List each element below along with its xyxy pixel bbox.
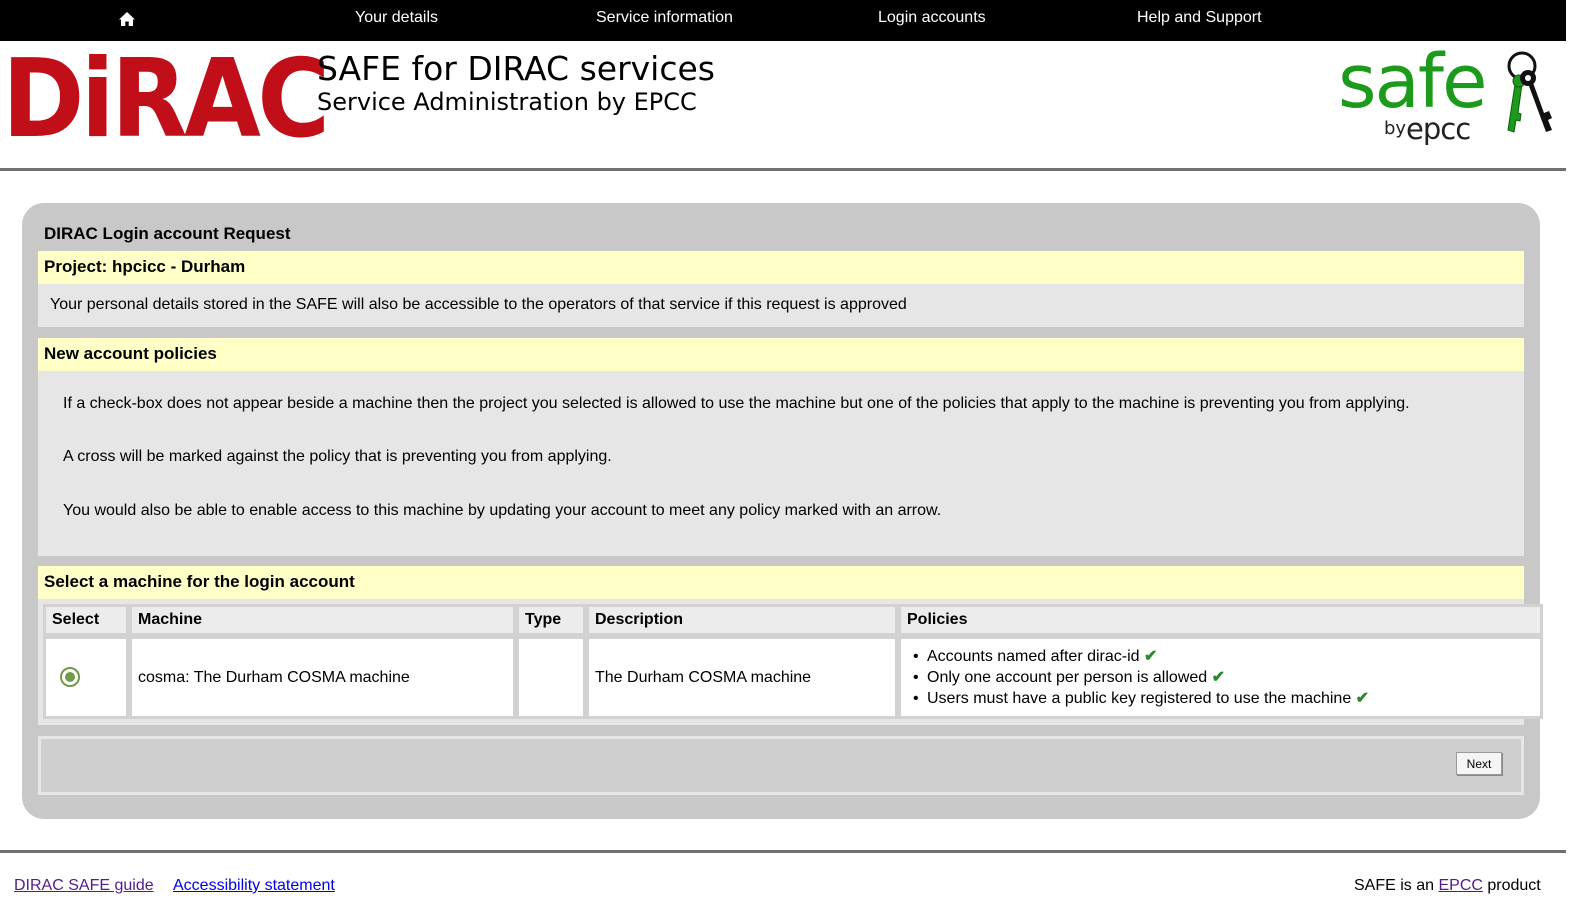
column-header-machine: Machine bbox=[129, 604, 516, 636]
policy-text: Only one account per person is allowed bbox=[927, 669, 1208, 686]
nav-your-details[interactable]: Your details bbox=[355, 9, 438, 27]
table-header-row: Select Machine Type Description Policies bbox=[43, 604, 1543, 636]
accessibility-statement-link[interactable]: Accessibility statement bbox=[173, 877, 335, 895]
site-title: SAFE for DIRAC services bbox=[317, 49, 715, 88]
nav-service-information[interactable]: Service information bbox=[596, 9, 733, 27]
top-navigation-bar: Your details Service information Login a… bbox=[0, 0, 1566, 41]
policy-item: Users must have a public key registered … bbox=[913, 688, 1534, 709]
nav-login-accounts[interactable]: Login accounts bbox=[878, 9, 986, 27]
select-cell bbox=[43, 636, 129, 719]
column-header-description: Description bbox=[586, 604, 898, 636]
policy-item: Accounts named after dirac-id ✔ bbox=[913, 646, 1534, 667]
policy-text: Accounts named after dirac-id bbox=[927, 648, 1140, 665]
project-heading: Project: hpcicc - Durham bbox=[38, 251, 1524, 284]
keys-icon bbox=[1507, 51, 1552, 133]
machine-radio-button[interactable] bbox=[60, 667, 80, 687]
site-subtitle: Service Administration by EPCC bbox=[317, 88, 697, 116]
check-mark-icon: ✔ bbox=[1211, 669, 1226, 686]
nav-help-and-support[interactable]: Help and Support bbox=[1137, 9, 1262, 27]
next-button[interactable]: Next bbox=[1456, 752, 1502, 775]
form-button-bar bbox=[38, 736, 1524, 795]
type-cell bbox=[516, 636, 586, 719]
policy-text: Users must have a public key registered … bbox=[927, 690, 1352, 707]
table-row: cosma: The Durham COSMA machine The Durh… bbox=[43, 636, 1543, 719]
description-cell: The Durham COSMA machine bbox=[586, 636, 898, 719]
machine-table: Select Machine Type Description Policies… bbox=[43, 604, 1543, 719]
dirac-logo: DiRAC bbox=[2, 37, 330, 162]
dirac-safe-guide-link[interactable]: DIRAC SAFE guide bbox=[14, 877, 154, 895]
policy-item: Only one account per person is allowed ✔ bbox=[913, 667, 1534, 688]
epcc-link[interactable]: EPCC bbox=[1438, 877, 1482, 894]
footer-divider bbox=[0, 850, 1566, 853]
check-mark-icon: ✔ bbox=[1355, 690, 1370, 707]
column-header-policies: Policies bbox=[898, 604, 1543, 636]
footer-suffix-text: product bbox=[1482, 877, 1541, 894]
machine-cell: cosma: The Durham COSMA machine bbox=[129, 636, 516, 719]
policies-cell: Accounts named after dirac-id ✔ Only one… bbox=[898, 636, 1543, 719]
safe-logo-by: by bbox=[1384, 118, 1407, 139]
policy-paragraph: You would also be able to enable access … bbox=[63, 502, 942, 519]
check-mark-icon: ✔ bbox=[1144, 648, 1158, 665]
policies-heading: New account policies bbox=[38, 338, 1524, 371]
footer-prefix-text: SAFE is an bbox=[1354, 877, 1439, 894]
safe-by-epcc-logo: safe by epcc bbox=[1336, 40, 1554, 156]
safe-logo-epcc: epcc bbox=[1406, 112, 1471, 146]
column-header-type: Type bbox=[516, 604, 586, 636]
home-icon[interactable] bbox=[117, 10, 137, 28]
form-title: DIRAC Login account Request bbox=[44, 224, 291, 243]
project-note: Your personal details stored in the SAFE… bbox=[50, 296, 907, 313]
footer-product-note: SAFE is an EPCC product bbox=[1354, 877, 1541, 895]
header-divider bbox=[0, 168, 1566, 171]
machine-heading: Select a machine for the login account bbox=[38, 566, 1524, 599]
policy-list: Accounts named after dirac-id ✔ Only one… bbox=[907, 646, 1534, 709]
policy-paragraph: If a check-box does not appear beside a … bbox=[63, 395, 1410, 412]
page-right-edge bbox=[1566, 0, 1588, 924]
policy-paragraph: A cross will be marked against the polic… bbox=[63, 448, 612, 465]
column-header-select: Select bbox=[43, 604, 129, 636]
